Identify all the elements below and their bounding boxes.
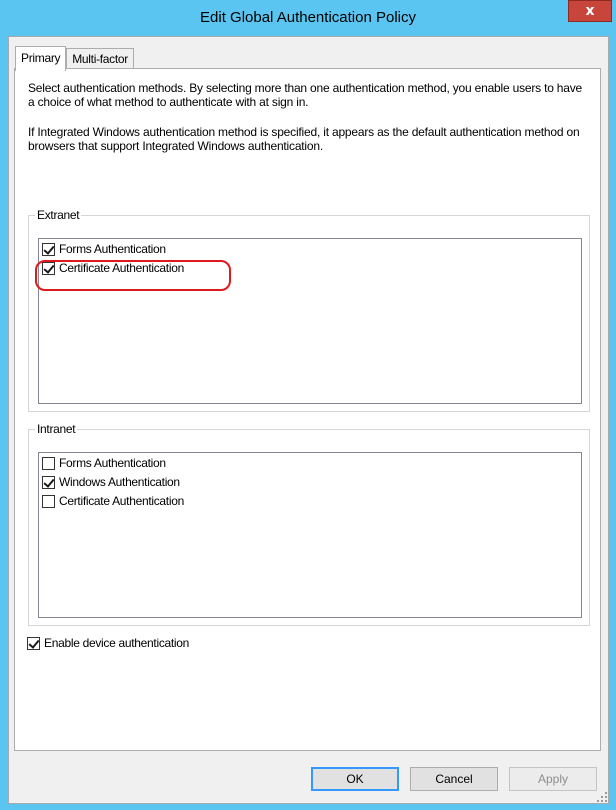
checkbox-label: Enable device authentication [44, 636, 190, 650]
dialog-window: Edit Global Authentication Policy x Prim… [0, 0, 616, 810]
extranet-group: Extranet Forms Authentication Certificat… [28, 208, 590, 412]
tab-multi-factor[interactable]: Multi-factor [66, 48, 134, 70]
window-title: Edit Global Authentication Policy [200, 9, 416, 26]
intranet-forms-authentication[interactable]: Forms Authentication [42, 455, 166, 471]
checkbox-checked-icon[interactable] [42, 242, 55, 256]
resize-grip-icon[interactable] [596, 791, 608, 803]
checkbox-label: Windows Authentication [59, 475, 180, 489]
description-integrated-windows: If Integrated Windows authentication met… [28, 125, 580, 153]
enable-device-authentication[interactable]: Enable device authentication [27, 635, 189, 651]
checkbox-unchecked-icon[interactable] [42, 494, 55, 508]
apply-button[interactable]: Apply [509, 767, 597, 791]
close-icon: x [585, 3, 595, 19]
cancel-button[interactable]: Cancel [410, 767, 498, 791]
intranet-group-label: Intranet [35, 422, 78, 436]
tab-strip: Primary Multi-factor [15, 46, 134, 71]
ok-button[interactable]: OK [311, 767, 399, 791]
description-methods: Select authentication methods. By select… [28, 81, 583, 109]
checkbox-label: Forms Authentication [59, 242, 166, 256]
tab-primary[interactable]: Primary [15, 46, 67, 71]
checkbox-checked-icon[interactable] [42, 475, 55, 489]
intranet-group: Intranet Forms Authentication Windows Au… [28, 422, 590, 626]
intranet-certificate-authentication[interactable]: Certificate Authentication [42, 493, 184, 509]
intranet-windows-authentication[interactable]: Windows Authentication [42, 474, 180, 490]
checkbox-label: Certificate Authentication [59, 494, 184, 508]
dialog-client-area: Primary Multi-factor Select authenticati… [8, 36, 609, 804]
checkbox-label: Forms Authentication [59, 456, 166, 470]
checkbox-checked-icon[interactable] [27, 636, 40, 650]
intranet-methods-list[interactable]: Forms Authentication Windows Authenticat… [38, 452, 582, 618]
title-bar[interactable]: Edit Global Authentication Policy x [0, 0, 616, 36]
close-button[interactable]: x [568, 0, 612, 22]
red-highlight-annotation [35, 260, 231, 291]
extranet-group-label: Extranet [35, 208, 82, 222]
checkbox-unchecked-icon[interactable] [42, 456, 55, 470]
tab-panel-primary: Select authentication methods. By select… [14, 68, 601, 751]
extranet-forms-authentication[interactable]: Forms Authentication [42, 241, 166, 257]
